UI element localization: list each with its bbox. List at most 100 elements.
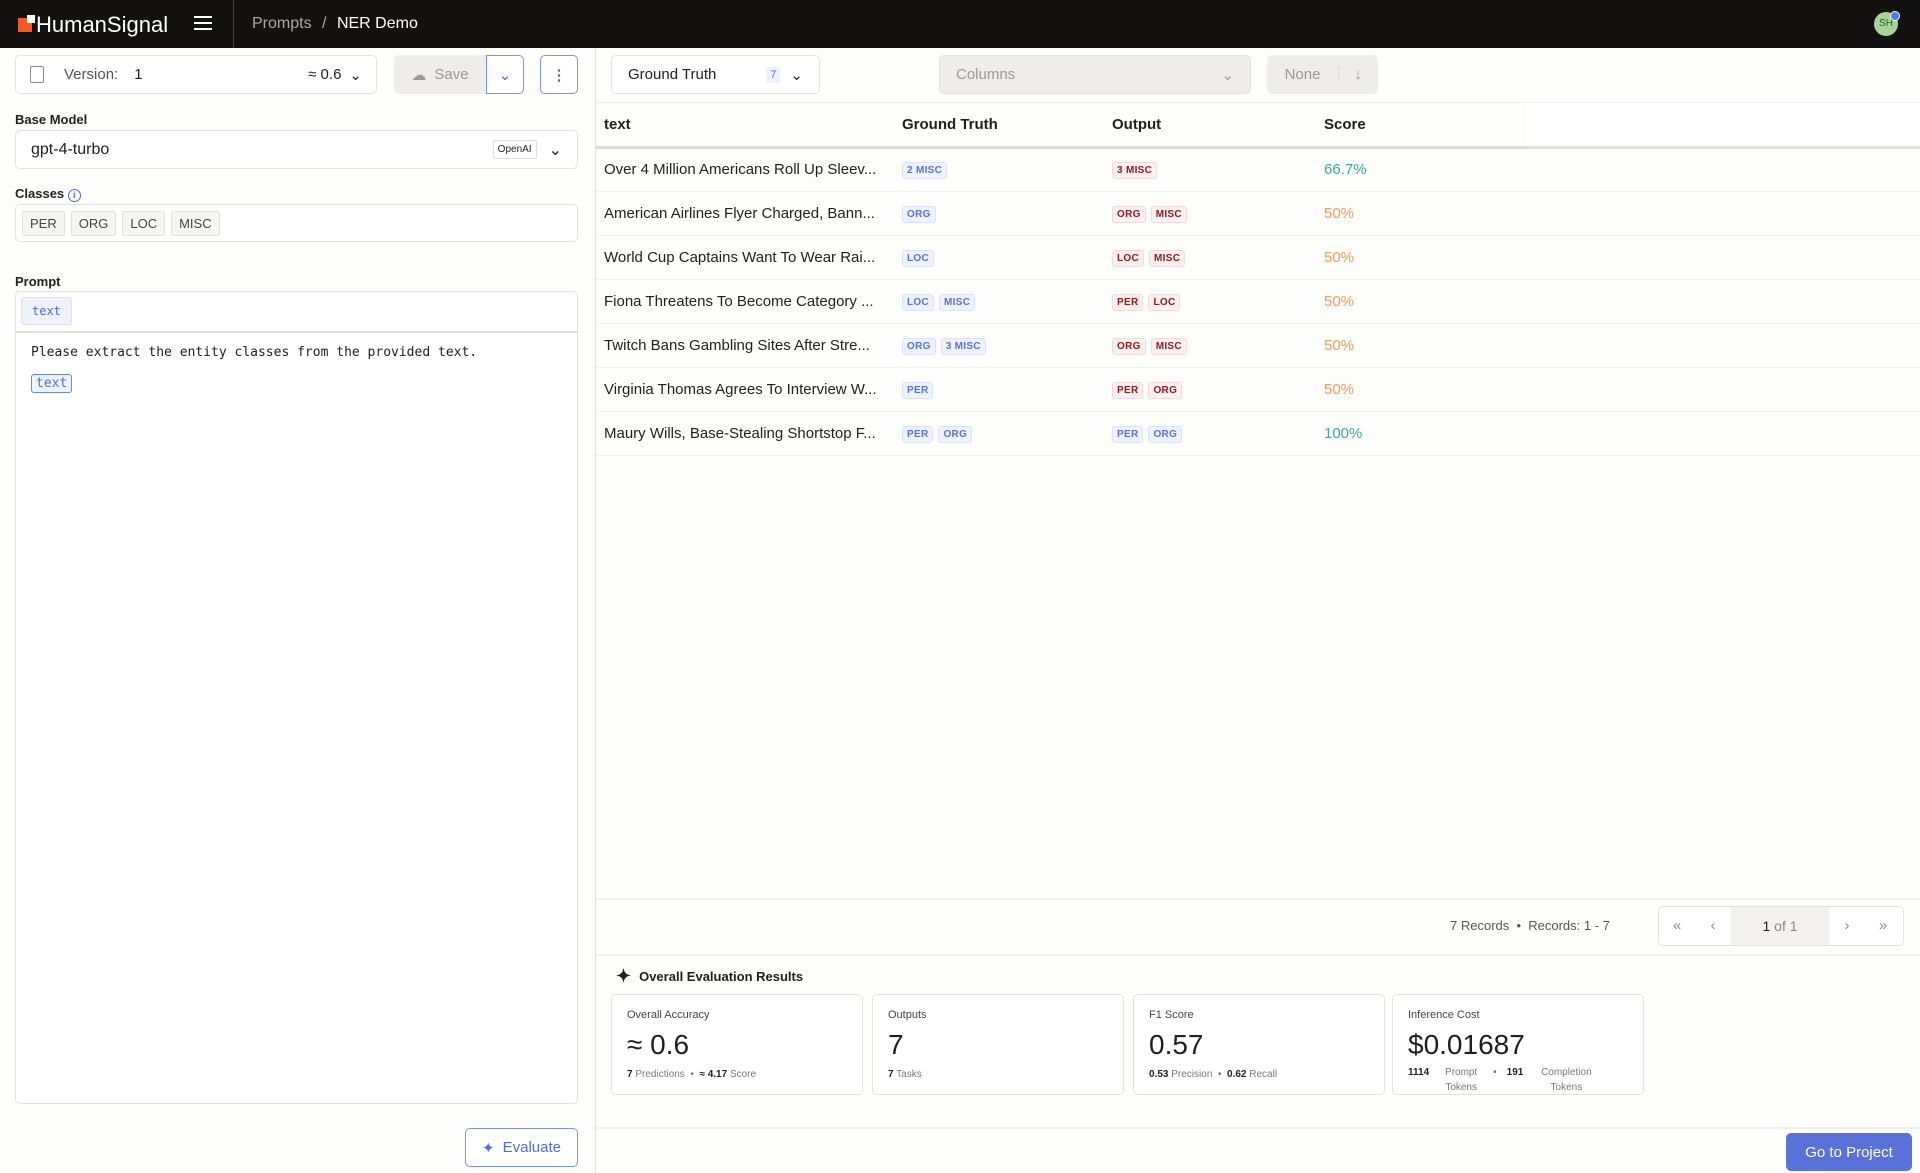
chevron-down-icon: ⌄ (349, 66, 362, 84)
entity-tag: PER (1112, 293, 1144, 311)
pagination-divider (596, 898, 1920, 900)
card-value: ≈ 0.6 (627, 1029, 690, 1060)
cell-spacer (1527, 235, 1920, 280)
base-model-select[interactable]: gpt-4-turbo OpenAI ⌄ (15, 130, 578, 169)
entity-tag: MISC (1150, 205, 1187, 223)
card-sub: 7 Tasks (888, 1069, 1108, 1080)
entity-tag: 3 MISC (1112, 162, 1158, 179)
entity-tag: PER (902, 381, 934, 399)
save-options-button[interactable]: ⌄ (486, 55, 524, 94)
table-row[interactable]: Twitch Bans Gambling Sites After Stre...… (596, 323, 1920, 368)
column-header-output[interactable]: Output (1104, 103, 1316, 149)
menu-icon[interactable] (194, 16, 212, 30)
column-header-score[interactable]: Score (1316, 103, 1527, 149)
column-header-ground-truth[interactable]: Ground Truth (894, 103, 1104, 149)
columns-select[interactable]: Columns ⌄ (939, 55, 1251, 94)
class-chip: LOC (122, 211, 166, 236)
cell-text: American Airlines Flyer Charged, Bann... (596, 191, 894, 236)
records-range: Records: 1 - 7 (1528, 918, 1610, 933)
card-label: F1 Score (1149, 1009, 1194, 1021)
logo-text: HumanSignal (36, 12, 169, 37)
view-select[interactable]: Ground Truth 7 ⌄ (611, 55, 820, 94)
table-row[interactable]: World Cup Captains Want To Wear Rai... LO… (596, 235, 1920, 280)
results-title: ✦ Overall Evaluation Results (616, 966, 803, 987)
more-options-button[interactable]: ⋮ (540, 55, 578, 94)
entity-tag: MISC (939, 293, 976, 311)
cell-text: Twitch Bans Gambling Sites After Stre... (596, 323, 894, 368)
cell-spacer (1527, 191, 1920, 236)
page-input[interactable]: 1 of 1 (1731, 907, 1829, 945)
table-row[interactable]: Virginia Thomas Agrees To Interview W...… (596, 367, 1920, 412)
prev-page-icon[interactable]: ‹ (1695, 907, 1731, 945)
document-icon (30, 66, 44, 83)
entity-tag: LOC (1112, 249, 1145, 267)
cell-text: Fiona Threatens To Become Category ... (596, 279, 894, 324)
completion-tokens-label: Completion Tokens (1541, 1067, 1592, 1093)
info-icon[interactable]: i (67, 189, 81, 202)
cell-output: PER LOC (1104, 279, 1316, 324)
cell-spacer (1527, 323, 1920, 368)
next-page-icon[interactable]: › (1829, 907, 1865, 945)
table-row[interactable]: American Airlines Flyer Charged, Bann...… (596, 191, 1920, 236)
save-button[interactable]: ☁ Save (394, 55, 486, 94)
last-page-icon[interactable]: » (1865, 907, 1901, 945)
entity-tag: 2 MISC (902, 162, 948, 179)
first-page-icon[interactable]: « (1659, 907, 1695, 945)
cell-ground-truth: 2 MISC (894, 147, 1104, 192)
sort-control[interactable]: None ↓ (1267, 55, 1378, 94)
table-row[interactable]: Over 4 Million Americans Roll Up Sleev..… (596, 147, 1920, 192)
precision-label: Precision (1171, 1069, 1213, 1080)
cell-text: Virginia Thomas Agrees To Interview W... (596, 367, 894, 412)
tasks-count: 7 (888, 1069, 894, 1080)
sparkle-icon: ✦ (616, 966, 632, 986)
entity-tag: 3 MISC (940, 337, 986, 355)
humansignal-logo[interactable]: HumanSignal (18, 12, 168, 38)
prompt-textarea[interactable]: Please extract the entity classes from t… (15, 332, 578, 1104)
breadcrumb-prompts[interactable]: Prompts (252, 15, 312, 32)
cell-score: 100% (1316, 411, 1527, 456)
table-row[interactable]: Fiona Threatens To Become Category ... LO… (596, 279, 1920, 324)
entity-tag: ORG (1112, 337, 1146, 355)
avatar[interactable]: SH (1874, 11, 1900, 36)
version-label: Version: (64, 66, 119, 83)
results-title-text: Overall Evaluation Results (639, 969, 804, 984)
entity-tag: ORG (938, 425, 973, 443)
classes-label-text: Classes (15, 186, 65, 201)
predictions-label: Predictions (635, 1069, 685, 1080)
breadcrumb-current: NER Demo (336, 15, 418, 32)
cell-output: ORG MISC (1104, 323, 1316, 368)
classes-box: PER ORG LOC MISC (15, 204, 578, 242)
table-row[interactable]: Maury Wills, Base-Stealing Shortstop F..… (596, 411, 1920, 456)
arrow-down-icon[interactable]: ↓ (1339, 66, 1377, 83)
column-header-text[interactable]: text (596, 103, 894, 149)
card-sub: 7 Predictions • ≈ 4.17 Score (627, 1069, 757, 1080)
prompt-tokens: 1114 (1408, 1067, 1430, 1078)
evaluate-button[interactable]: ✦ Evaluate (465, 1128, 578, 1167)
cell-score: 50% (1316, 323, 1527, 368)
view-label: Ground Truth (628, 66, 717, 83)
version-value: 1 (134, 66, 143, 83)
base-model-value: gpt-4-turbo (31, 140, 110, 158)
class-chip: ORG (70, 211, 117, 236)
cell-ground-truth: LOC (894, 235, 1104, 280)
f1-card: F1 Score 0.57 0.53 Precision • 0.62 Reca… (1133, 994, 1385, 1095)
sort-label[interactable]: None (1267, 66, 1339, 83)
cell-output: PER ORG (1104, 367, 1316, 412)
cell-ground-truth: ORG (894, 191, 1104, 236)
cell-ground-truth: PER ORG (894, 411, 1104, 456)
card-label: Overall Accuracy (627, 1009, 710, 1021)
entity-tag: ORG (1112, 205, 1146, 223)
cell-score: 66.7% (1316, 147, 1527, 192)
variable-chip[interactable]: text (21, 297, 72, 325)
prompt-text: Please extract the entity classes from t… (31, 345, 478, 360)
version-select[interactable]: Version: 1 ≈ 0.6 ⌄ (15, 55, 377, 94)
cell-spacer (1527, 147, 1920, 192)
pagination: « ‹ 1 of 1 › » (1658, 906, 1904, 946)
card-value: $0.01687 (1408, 1029, 1525, 1060)
cell-score: 50% (1316, 367, 1527, 412)
cell-ground-truth: ORG 3 MISC (894, 323, 1104, 368)
completion-tokens: 191 (1506, 1067, 1524, 1078)
chevron-down-icon: ⌄ (548, 141, 562, 159)
go-to-project-button[interactable]: Go to Project (1786, 1133, 1912, 1171)
base-model-label: Base Model (15, 112, 88, 127)
